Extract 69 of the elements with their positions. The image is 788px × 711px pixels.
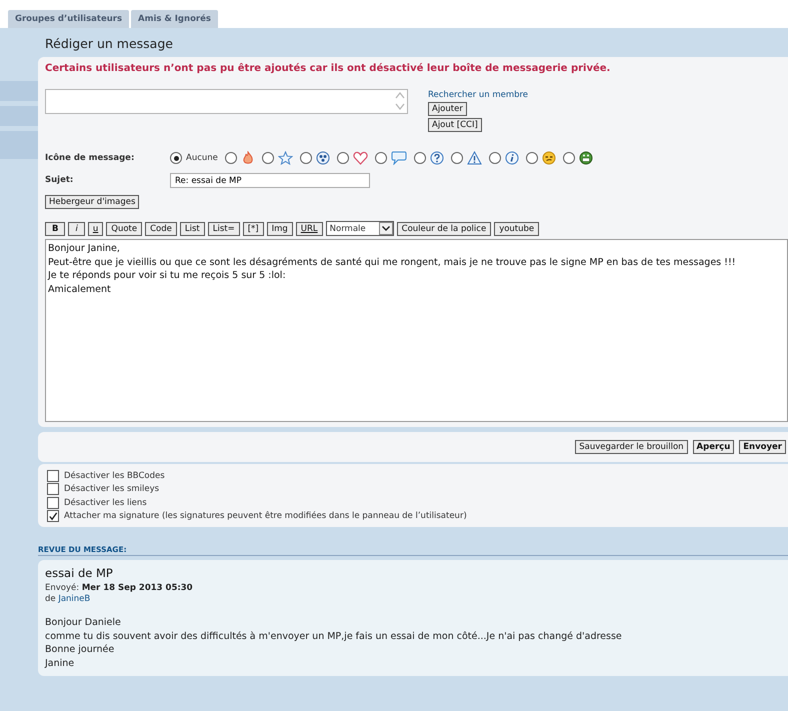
format-button[interactable]: [*] [242, 222, 264, 236]
heart-icon [352, 151, 368, 165]
star-icon [278, 151, 293, 165]
format-button[interactable]: List [180, 222, 205, 236]
radio-button[interactable] [224, 152, 237, 164]
radio-button[interactable] [526, 152, 538, 164]
add-button[interactable]: Ajouter [428, 102, 467, 116]
format-button[interactable]: B [45, 222, 66, 236]
action-button[interactable]: Envoyer [739, 440, 786, 454]
checkbox[interactable] [47, 483, 59, 496]
sent-date: Mer 18 Sep 2013 05:30 [82, 583, 193, 593]
info-icon [504, 151, 519, 165]
error-message: Certains utilisateurs n’ont pas pu être ajoutés car ils ont désactivé leur boîte de messagerie privée. [45, 63, 612, 74]
radio-button[interactable] [336, 152, 349, 164]
caret-icon [378, 222, 393, 235]
message-line: Janine [45, 656, 76, 670]
field-label: Icône de message: [45, 152, 136, 163]
action-button[interactable]: Aperçu [692, 440, 734, 454]
checkbox-label: Désactiver les smileys [64, 484, 160, 494]
radio-button[interactable] [262, 152, 274, 164]
radio-button[interactable] [374, 152, 387, 164]
option-label: Aucune [186, 153, 218, 163]
grin-icon [578, 151, 593, 165]
recipients-field[interactable] [45, 89, 408, 114]
checkbox[interactable] [47, 470, 59, 482]
message-field[interactable]: Bonjour Janine, Peut-être que je vieillis ou que ce sont les désagréments de santé qui me rongent, mais je ne trouve pas le signe MP en bas de tes messages !!! Je te réponds pour voir si tu me reçois 5 sur 5 :lol: Amicalement [45, 239, 788, 422]
checkbox-label: Attacher ma signature (les signatures peuvent être modifiées dans le panneau de l’utilisateur) [64, 511, 467, 522]
format-button[interactable]: Img [266, 222, 293, 236]
warning-icon [466, 151, 482, 165]
page-heading: Rédiger un message [45, 36, 174, 51]
add-button[interactable]: Ajout [CCI] [428, 118, 482, 132]
radio-button[interactable] [414, 152, 426, 164]
checkbox[interactable] [47, 496, 59, 509]
radio-button[interactable] [300, 152, 312, 164]
smiley-icon [542, 151, 556, 165]
field-label: Sujet: [45, 174, 74, 185]
tab[interactable]: Amis & Ignorés [131, 10, 218, 28]
message-line: Bonjour Daniele [45, 616, 122, 630]
review-title: essai de MP [45, 566, 114, 580]
search-member-link[interactable]: Rechercher un membre [428, 90, 528, 100]
format-button[interactable]: Quote [106, 222, 142, 236]
checkbox[interactable] [47, 510, 59, 522]
radio-button[interactable] [450, 152, 463, 164]
format-button[interactable]: i [68, 222, 85, 236]
dots-circle-icon [316, 151, 330, 165]
author-label: de [45, 594, 56, 604]
format-button[interactable]: List= [208, 222, 240, 236]
subject-field[interactable]: Re: essai de MP [170, 173, 370, 188]
format-button[interactable]: Code [145, 222, 177, 236]
radio-button[interactable] [562, 152, 575, 164]
radio-button[interactable] [170, 152, 182, 164]
image-host-button[interactable]: Hebergeur d'images [45, 195, 140, 209]
tab[interactable]: Groupes d’utilisateurs [8, 10, 130, 28]
message-line: comme tu dis souvent avoir des difficultés à m'envoyer un MP,je fais un essai de mon côté...Je n'ai pas changé d'adresse [45, 630, 623, 643]
checkbox-label: Désactiver les liens [64, 498, 147, 508]
flame-icon [240, 151, 255, 165]
author-link[interactable]: JanineB [58, 594, 90, 604]
speech-bubble-icon [390, 151, 407, 165]
format-button[interactable]: youtube [494, 222, 540, 236]
question-icon [430, 151, 444, 165]
checkbox-label: Désactiver les BBCodes [64, 470, 165, 481]
radio-button[interactable] [488, 152, 501, 164]
action-button[interactable]: Sauvegarder le brouillon [575, 440, 688, 454]
format-button[interactable]: u [88, 222, 104, 236]
format-button[interactable]: Couleur de la police [396, 222, 492, 236]
format-button[interactable]: URL [296, 222, 323, 236]
font-size-dropdown[interactable]: Normale [326, 221, 394, 236]
sent-label: Envoyé: [45, 583, 80, 593]
message-line: Bonne journée [45, 643, 116, 656]
